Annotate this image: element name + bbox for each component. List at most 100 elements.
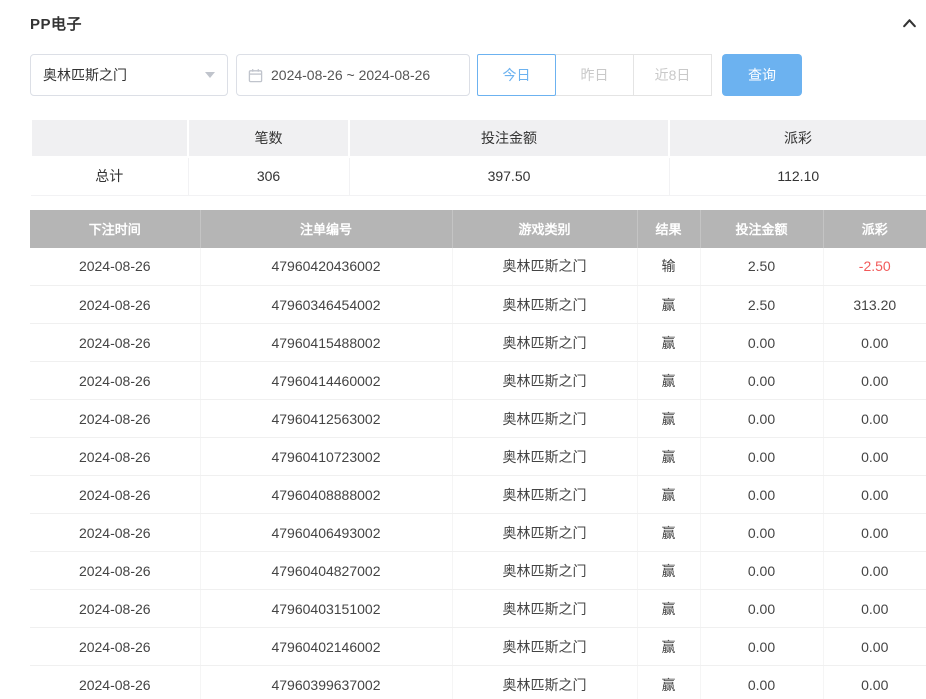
table-row: 2024-08-2647960420436002奥林匹斯之门输2.50-2.50 [30, 248, 926, 286]
bet-amount: 2.50 [700, 286, 823, 324]
bet-amount: 0.00 [700, 514, 823, 552]
summary-total-payout: 112.10 [669, 157, 926, 195]
bet-id: 47960415488002 [200, 324, 452, 362]
table-row: 2024-08-2647960403151002奥林匹斯之门赢0.000.00 [30, 590, 926, 628]
bet-time: 2024-08-26 [30, 590, 200, 628]
bet-table-header-row: 下注时间 注单编号 游戏类别 结果 投注金额 派彩 [30, 210, 926, 248]
game-name: 奥林匹斯之门 [452, 628, 637, 666]
col-header-game-category: 游戏类别 [452, 210, 637, 248]
col-header-payout: 派彩 [823, 210, 926, 248]
bet-id: 47960399637002 [200, 666, 452, 699]
table-row: 2024-08-2647960404827002奥林匹斯之门赢0.000.00 [30, 552, 926, 590]
payout: 0.00 [823, 590, 926, 628]
bet-time: 2024-08-26 [30, 476, 200, 514]
summary-total-bet-amount: 397.50 [349, 157, 669, 195]
bet-table-body: 2024-08-2647960420436002奥林匹斯之门输2.50-2.50… [30, 248, 926, 699]
pp-dianzi-panel: PP电子 奥林匹斯之门 [0, 0, 926, 699]
date-range-input[interactable]: 2024-08-26 ~ 2024-08-26 [236, 54, 470, 96]
game-name: 奥林匹斯之门 [452, 514, 637, 552]
game-name: 奥林匹斯之门 [452, 286, 637, 324]
game-name: 奥林匹斯之门 [452, 552, 637, 590]
bet-amount: 2.50 [700, 248, 823, 286]
bet-amount: 0.00 [700, 628, 823, 666]
result: 赢 [637, 362, 700, 400]
game-name: 奥林匹斯之门 [452, 248, 637, 286]
bet-time: 2024-08-26 [30, 248, 200, 286]
bet-time: 2024-08-26 [30, 324, 200, 362]
game-name: 奥林匹斯之门 [452, 666, 637, 699]
bet-time: 2024-08-26 [30, 438, 200, 476]
game-name: 奥林匹斯之门 [452, 400, 637, 438]
bet-amount: 0.00 [700, 590, 823, 628]
summary-total-count: 306 [188, 157, 349, 195]
quick-filter-group: 今日 昨日 近8日 [478, 54, 712, 96]
bet-id: 47960402146002 [200, 628, 452, 666]
result: 赢 [637, 286, 700, 324]
result: 赢 [637, 438, 700, 476]
bet-amount: 0.00 [700, 324, 823, 362]
col-header-bet-amount: 投注金额 [700, 210, 823, 248]
table-row: 2024-08-2647960406493002奥林匹斯之门赢0.000.00 [30, 514, 926, 552]
collapse-chevron-up-icon[interactable] [901, 15, 918, 32]
last-8-days-button[interactable]: 近8日 [633, 54, 712, 96]
table-row: 2024-08-2647960414460002奥林匹斯之门赢0.000.00 [30, 362, 926, 400]
payout: 0.00 [823, 666, 926, 699]
bet-amount: 0.00 [700, 438, 823, 476]
result: 赢 [637, 552, 700, 590]
table-row: 2024-08-2647960399637002奥林匹斯之门赢0.000.00 [30, 666, 926, 699]
bet-time: 2024-08-26 [30, 666, 200, 699]
bet-time: 2024-08-26 [30, 362, 200, 400]
result: 赢 [637, 590, 700, 628]
query-button[interactable]: 查询 [722, 54, 802, 96]
result: 赢 [637, 476, 700, 514]
result: 赢 [637, 400, 700, 438]
result: 输 [637, 248, 700, 286]
yesterday-button[interactable]: 昨日 [555, 54, 634, 96]
table-row: 2024-08-2647960410723002奥林匹斯之门赢0.000.00 [30, 438, 926, 476]
summary-header-bet-amount: 投注金额 [349, 119, 669, 157]
col-header-bet-time: 下注时间 [30, 210, 200, 248]
bet-id: 47960403151002 [200, 590, 452, 628]
result: 赢 [637, 324, 700, 362]
summary-total-row: 总计 306 397.50 112.10 [31, 157, 926, 195]
table-row: 2024-08-2647960402146002奥林匹斯之门赢0.000.00 [30, 628, 926, 666]
game-name: 奥林匹斯之门 [452, 324, 637, 362]
panel-header: PP电子 [30, 12, 926, 34]
game-name: 奥林匹斯之门 [452, 362, 637, 400]
bet-time: 2024-08-26 [30, 400, 200, 438]
table-row: 2024-08-2647960412563002奥林匹斯之门赢0.000.00 [30, 400, 926, 438]
bet-id: 47960404827002 [200, 552, 452, 590]
payout: 0.00 [823, 362, 926, 400]
payout: 0.00 [823, 438, 926, 476]
bet-amount: 0.00 [700, 400, 823, 438]
game-name: 奥林匹斯之门 [452, 438, 637, 476]
summary-total-label: 总计 [31, 157, 188, 195]
bet-amount: 0.00 [700, 476, 823, 514]
table-row: 2024-08-2647960346454002奥林匹斯之门赢2.50313.2… [30, 286, 926, 324]
summary-header-row: 笔数 投注金额 派彩 [31, 119, 926, 157]
summary-table: 笔数 投注金额 派彩 总计 306 397.50 112.10 [30, 118, 926, 196]
game-select-value: 奥林匹斯之门 [43, 65, 127, 85]
today-button[interactable]: 今日 [477, 54, 556, 96]
date-range-value: 2024-08-26 ~ 2024-08-26 [271, 67, 430, 83]
summary-header-payout: 派彩 [669, 119, 926, 157]
calendar-icon [248, 68, 263, 83]
result: 赢 [637, 666, 700, 699]
payout: 0.00 [823, 514, 926, 552]
summary-header-blank [31, 119, 188, 157]
bet-amount: 0.00 [700, 666, 823, 699]
result: 赢 [637, 514, 700, 552]
table-row: 2024-08-2647960415488002奥林匹斯之门赢0.000.00 [30, 324, 926, 362]
bet-id: 47960346454002 [200, 286, 452, 324]
game-select[interactable]: 奥林匹斯之门 [30, 54, 228, 96]
panel-title: PP电子 [30, 13, 82, 34]
game-name: 奥林匹斯之门 [452, 590, 637, 628]
summary-header-count: 笔数 [188, 119, 349, 157]
bet-time: 2024-08-26 [30, 286, 200, 324]
bet-table: 下注时间 注单编号 游戏类别 结果 投注金额 派彩 2024-08-264796… [30, 210, 926, 699]
payout: 0.00 [823, 400, 926, 438]
payout: 0.00 [823, 628, 926, 666]
col-header-bet-id: 注单编号 [200, 210, 452, 248]
payout: -2.50 [823, 248, 926, 286]
bet-id: 47960420436002 [200, 248, 452, 286]
